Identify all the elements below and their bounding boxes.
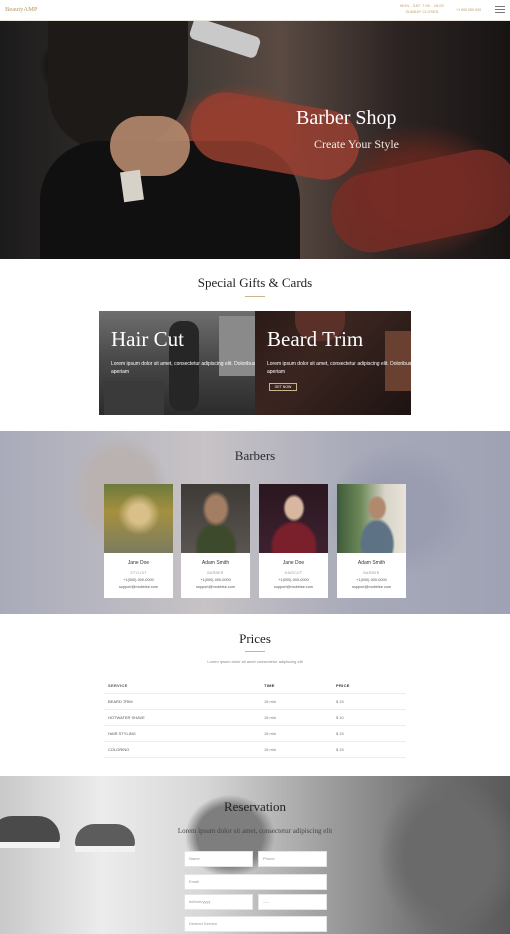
barber-email: support@mobirise.com bbox=[195, 585, 236, 589]
hamburger-menu-icon[interactable] bbox=[495, 6, 505, 14]
gift-card-title: Beard Trim bbox=[267, 327, 364, 351]
prices-subtitle: Lorem ipsum dolor sit amet consectetur a… bbox=[207, 659, 303, 664]
name-input[interactable]: Name bbox=[184, 851, 253, 867]
barber-phone: +1(000)-000-0000 bbox=[278, 578, 309, 582]
row-price: $ 15 bbox=[336, 747, 344, 752]
gift-card-beard-trim[interactable]: Beard Trim Lorem ipsum dolor sit amet, c… bbox=[255, 311, 411, 415]
card-photo-chairs bbox=[104, 381, 164, 415]
hours-sunday: SUNDAY CLOSED bbox=[405, 9, 439, 14]
barber-role: BARBER bbox=[207, 571, 224, 575]
date-input[interactable]: dd/mm/yyyy bbox=[184, 894, 253, 910]
barber-card[interactable]: Jane Doe HAIRCUT +1(000)-000-0000 suppor… bbox=[259, 484, 328, 598]
barber-email: support@mobirise.com bbox=[273, 585, 314, 589]
row-service: HAIR STYLING bbox=[108, 731, 136, 736]
gift-card-text: Lorem ipsum dolor sit amet, consectetur … bbox=[267, 361, 411, 375]
barber-role: HAIRCUT bbox=[284, 571, 303, 575]
barber-card[interactable]: Adam Smith BARBER +1(000)-000-0000 suppo… bbox=[337, 484, 406, 598]
row-service: COLORING bbox=[108, 747, 130, 752]
barber-role: STYLIST bbox=[130, 571, 147, 575]
gift-card-title: Hair Cut bbox=[111, 327, 184, 351]
gifts-title: Special Gifts & Cards bbox=[197, 275, 313, 290]
barber-photo bbox=[104, 484, 173, 553]
prices-divider bbox=[245, 651, 265, 652]
barber-phone: +1(000)-000-0000 bbox=[200, 578, 231, 582]
top-navbar: BeautyAMP MON - SAT: 7:00 - 18:00 SUNDAY… bbox=[0, 0, 510, 21]
table-header: SERVICE TIME PRICE bbox=[104, 678, 406, 694]
row-time: 15 min bbox=[264, 731, 277, 736]
prices-table: SERVICE TIME PRICE BEARD TRIM 15 min $ 1… bbox=[104, 678, 406, 758]
hero-photo-tag bbox=[120, 169, 144, 203]
hours-weekdays: MON - SAT: 7:00 - 18:00 bbox=[400, 4, 444, 8]
barber-email: support@mobirise.com bbox=[351, 585, 392, 589]
barber-photo bbox=[259, 484, 328, 553]
header-phone[interactable]: +1 000 000 000 bbox=[456, 8, 481, 12]
email-input[interactable]: Email bbox=[184, 874, 327, 890]
gift-card-haircut[interactable]: Hair Cut Lorem ipsum dolor sit amet, con… bbox=[99, 311, 255, 415]
row-price: $ 15 bbox=[336, 731, 344, 736]
barbers-section: Barbers Jane Doe STYLIST +1(000)-000-000… bbox=[0, 431, 510, 614]
gift-card-text: Lorem ipsum dolor sit amet, consectetur … bbox=[111, 361, 255, 375]
hero-banner: Barber Shop Create Your Style bbox=[0, 21, 510, 259]
service-input[interactable]: Desired Service bbox=[184, 916, 327, 932]
barber-card[interactable]: Jane Doe STYLIST +1(000)-000-0000 suppor… bbox=[104, 484, 173, 598]
reservation-title: Reservation bbox=[223, 799, 287, 814]
hero-subtitle: Create Your Style bbox=[314, 137, 399, 151]
table-row: HAIR STYLING 15 min $ 15 bbox=[104, 726, 406, 742]
prices-title: Prices bbox=[239, 631, 271, 646]
get-now-button[interactable]: GET NOW bbox=[269, 383, 297, 391]
reservation-section: Reservation Lorem ipsum dolor sit amet, … bbox=[0, 776, 510, 934]
barber-name: Jane Doe bbox=[127, 560, 150, 566]
barbers-title: Barbers bbox=[234, 448, 276, 463]
reservation-subtitle: Lorem ipsum dolor sit amet, consectetur … bbox=[177, 827, 333, 835]
table-row: COLORING 15 min $ 15 bbox=[104, 742, 406, 758]
row-price: $ 10 bbox=[336, 715, 344, 720]
barber-phone: +1(000)-000-0000 bbox=[356, 578, 387, 582]
opening-hours: MON - SAT: 7:00 - 18:00 SUNDAY CLOSED bbox=[392, 4, 452, 15]
barber-name: Adam Smith bbox=[357, 560, 386, 566]
phone-input[interactable]: Phone bbox=[258, 851, 327, 867]
barber-phone: +1(000)-000-0000 bbox=[123, 578, 154, 582]
col-time: TIME bbox=[264, 683, 275, 688]
time-input[interactable]: --:-- bbox=[258, 894, 327, 910]
row-time: 15 min bbox=[264, 699, 277, 704]
hero-title: Barber Shop bbox=[296, 107, 397, 129]
row-service: HOTWATER SHAVE bbox=[108, 715, 145, 720]
row-time: 15 min bbox=[264, 747, 277, 752]
barber-name: Adam Smith bbox=[201, 560, 230, 566]
barber-card[interactable]: Adam Smith BARBER +1(000)-000-0000 suppo… bbox=[181, 484, 250, 598]
row-service: BEARD TRIM bbox=[108, 699, 133, 704]
hero-photo-clipper bbox=[188, 21, 262, 60]
barber-photo bbox=[181, 484, 250, 553]
table-row: HOTWATER SHAVE 15 min $ 10 bbox=[104, 710, 406, 726]
table-row: BEARD TRIM 15 min $ 15 bbox=[104, 694, 406, 710]
barber-name: Jane Doe bbox=[282, 560, 305, 566]
brand-logo[interactable]: BeautyAMP bbox=[5, 6, 38, 13]
barber-photo bbox=[337, 484, 406, 553]
hero-photo-neck bbox=[110, 116, 190, 176]
col-service: SERVICE bbox=[108, 683, 128, 688]
col-price: PRICE bbox=[336, 683, 350, 688]
barber-role: BARBER bbox=[363, 571, 380, 575]
resv-photo-sole bbox=[0, 842, 60, 848]
row-time: 15 min bbox=[264, 715, 277, 720]
resv-photo-sole bbox=[75, 846, 135, 852]
gifts-divider bbox=[245, 296, 265, 297]
barber-email: support@mobirise.com bbox=[118, 585, 159, 589]
row-price: $ 15 bbox=[336, 699, 344, 704]
